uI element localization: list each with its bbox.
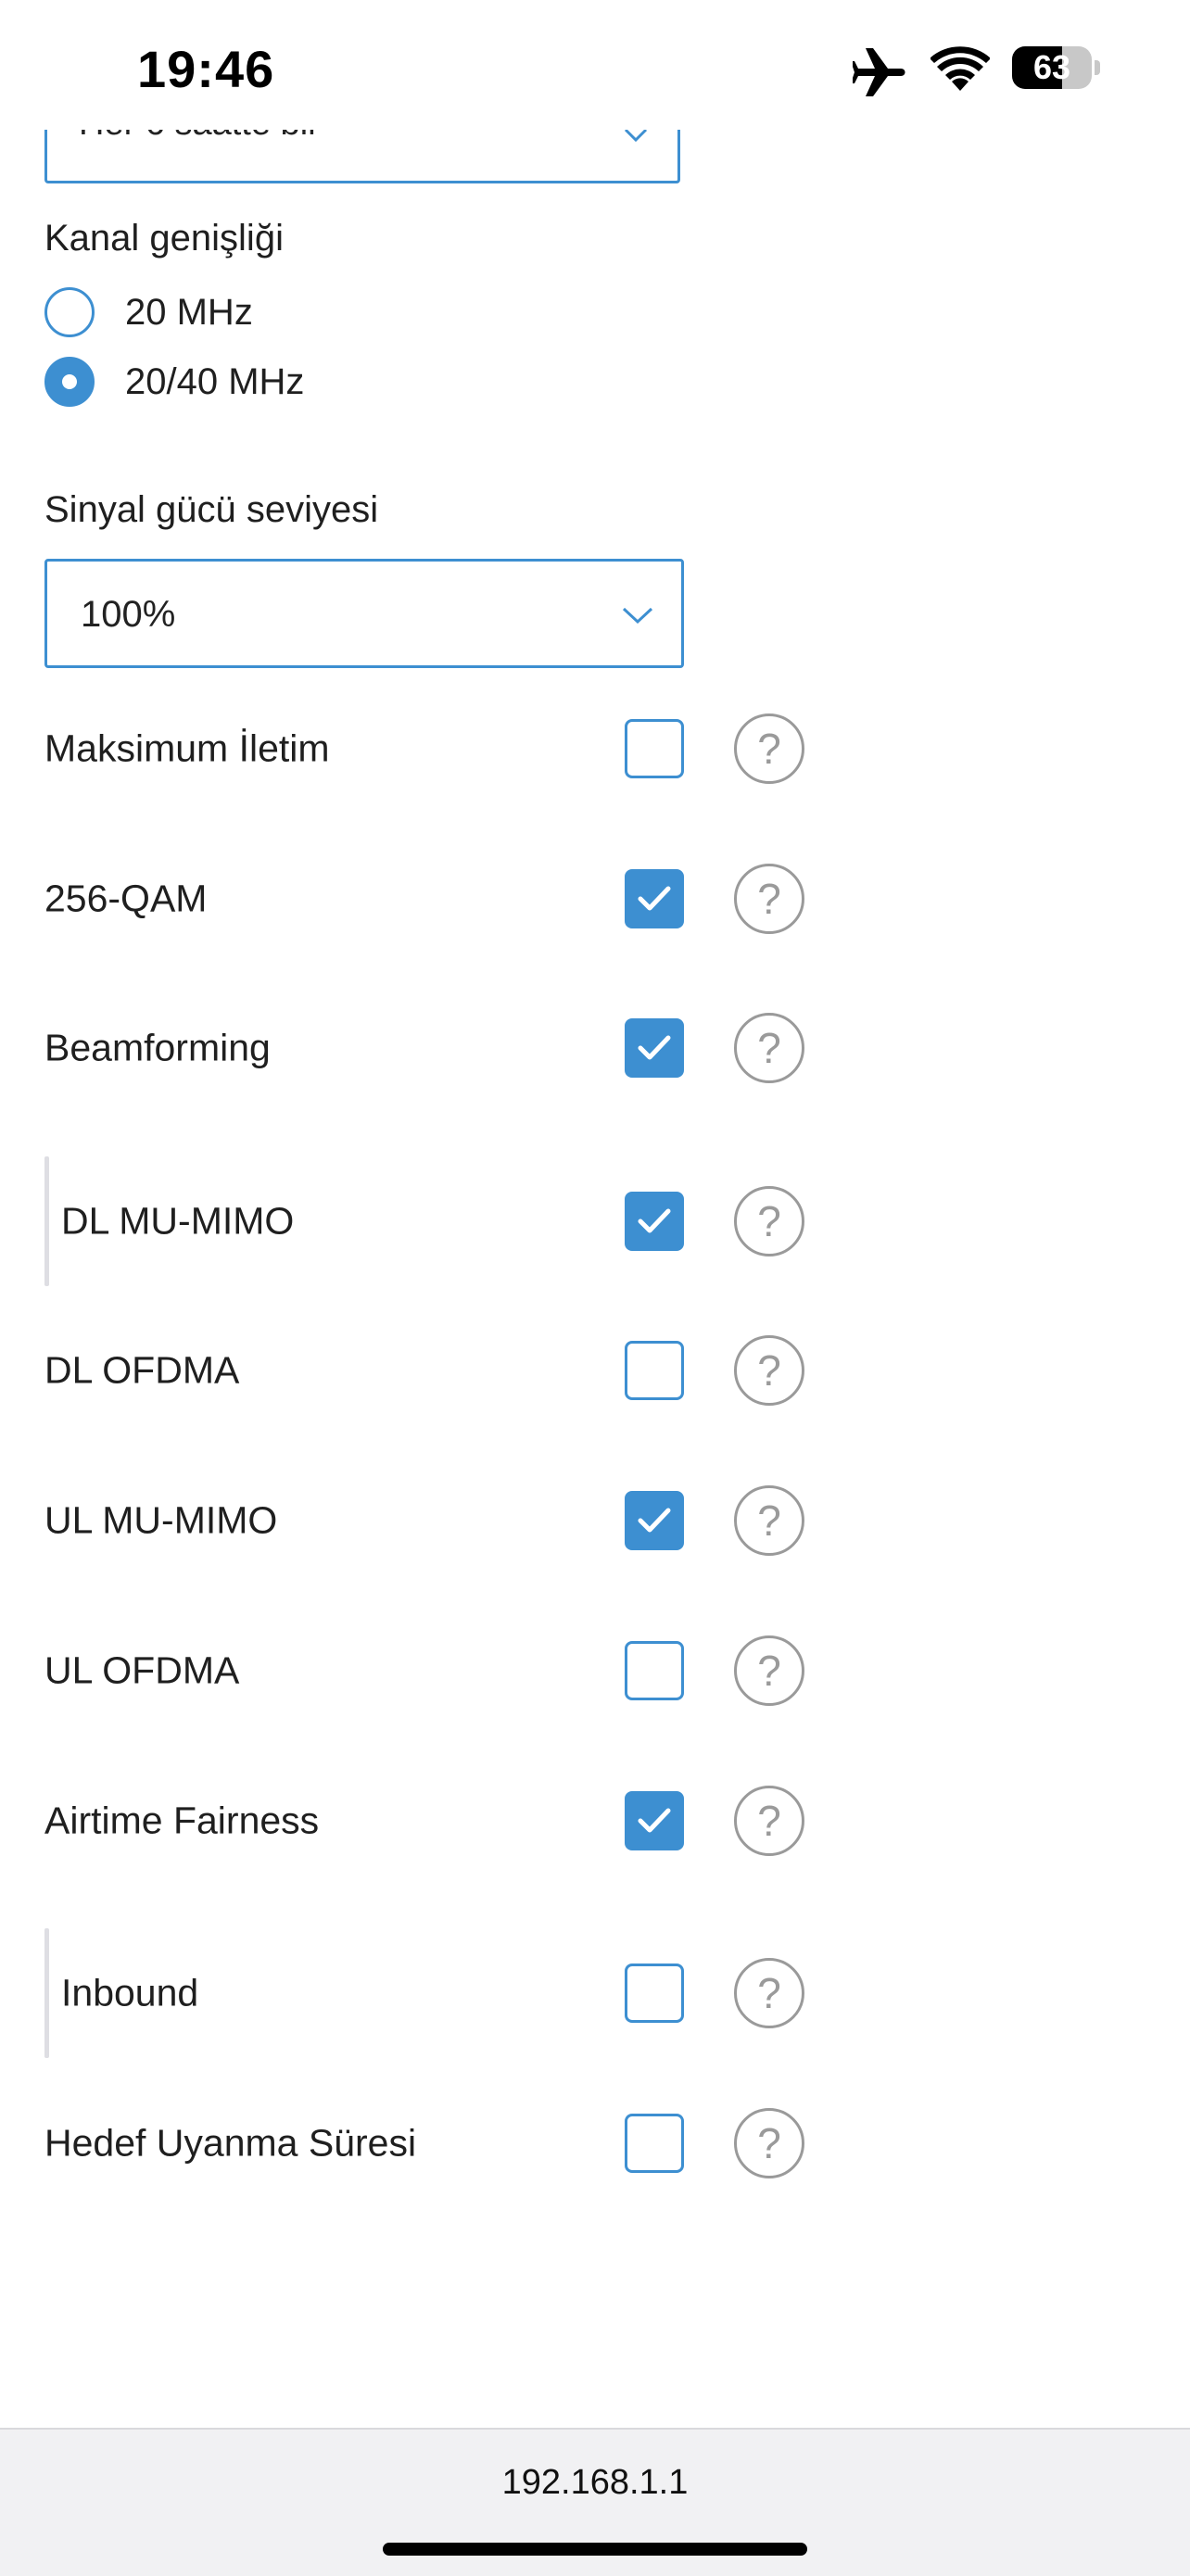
radio-1[interactable]	[44, 287, 95, 337]
checkmark-icon	[638, 1208, 671, 1233]
setting-row: Airtime Fairness?	[0, 1774, 1190, 1867]
airplane-icon	[853, 48, 905, 96]
help-icon[interactable]: ?	[734, 1958, 804, 2028]
battery-icon: 63	[1012, 46, 1103, 91]
setting-row: Maksimum İletim?	[0, 702, 1190, 795]
checkmark-icon	[638, 1808, 671, 1833]
checkmark-icon	[638, 886, 671, 911]
setting-row: UL MU-MIMO?	[0, 1474, 1190, 1567]
signal-strength-value: 100%	[81, 594, 176, 635]
help-icon[interactable]: ?	[734, 1186, 804, 1256]
setting-row: DL MU-MIMO?	[0, 1156, 1190, 1286]
setting-label: Maksimum İletim	[44, 726, 330, 770]
setting-row: 256-QAM?	[0, 852, 1190, 945]
setting-label: Hedef Uyanma Süresi	[44, 2121, 417, 2165]
address-bar-url[interactable]: 192.168.1.1	[0, 2463, 1190, 2503]
status-bar: 19:46 63	[0, 0, 1190, 130]
setting-checkbox[interactable]	[625, 1491, 684, 1550]
setting-label: DL OFDMA	[44, 1348, 240, 1392]
setting-label: Beamforming	[44, 1026, 271, 1069]
browser-bottom-bar: 192.168.1.1	[0, 2428, 1190, 2576]
setting-checkbox[interactable]	[625, 1018, 684, 1078]
channel-width-label: Kanal genişliği	[44, 218, 284, 259]
setting-label: UL OFDMA	[44, 1648, 240, 1692]
chevron-down-icon	[624, 128, 648, 143]
setting-checkbox[interactable]	[625, 1192, 684, 1251]
setting-row: Inbound?	[0, 1928, 1190, 2058]
help-icon[interactable]: ?	[734, 1335, 804, 1406]
setting-label: DL MU-MIMO	[61, 1199, 295, 1243]
signal-strength-select[interactable]: 100%	[44, 559, 684, 668]
indent-bar	[44, 1156, 49, 1286]
setting-checkbox[interactable]	[625, 2114, 684, 2173]
setting-row: Beamforming?	[0, 1002, 1190, 1094]
status-time: 19:46	[137, 40, 275, 98]
help-icon[interactable]: ?	[734, 1485, 804, 1556]
radio-2[interactable]	[44, 357, 95, 407]
setting-checkbox[interactable]	[625, 1641, 684, 1700]
setting-checkbox[interactable]	[625, 1341, 684, 1400]
signal-strength-label: Sinyal gücü seviyesi	[44, 489, 379, 530]
help-icon[interactable]: ?	[734, 713, 804, 784]
home-indicator	[383, 2543, 807, 2556]
checkmark-icon	[638, 1035, 671, 1060]
checkmark-icon	[638, 1508, 671, 1533]
help-icon[interactable]: ?	[734, 1635, 804, 1706]
setting-checkbox[interactable]	[625, 719, 684, 778]
setting-checkbox[interactable]	[625, 1964, 684, 2023]
setting-checkbox[interactable]	[625, 869, 684, 928]
help-icon[interactable]: ?	[734, 864, 804, 934]
setting-checkbox[interactable]	[625, 1791, 684, 1850]
setting-row: Hedef Uyanma Süresi?	[0, 2097, 1190, 2190]
setting-label: UL MU-MIMO	[44, 1498, 278, 1542]
help-icon[interactable]: ?	[734, 2108, 804, 2178]
setting-label: 256-QAM	[44, 877, 208, 920]
chevron-down-icon	[622, 607, 653, 625]
help-icon[interactable]: ?	[734, 1786, 804, 1856]
indent-bar	[44, 1928, 49, 2058]
setting-label: Airtime Fairness	[44, 1799, 320, 1842]
battery-level: 63	[1032, 48, 1071, 86]
wifi-icon	[930, 46, 990, 91]
radio-label[interactable]: 20/40 MHz	[125, 361, 304, 403]
setting-row: UL OFDMA?	[0, 1624, 1190, 1717]
help-icon[interactable]: ?	[734, 1013, 804, 1083]
setting-label: Inbound	[61, 1971, 199, 2014]
setting-row: DL OFDMA?	[0, 1324, 1190, 1417]
radio-label[interactable]: 20 MHz	[125, 292, 253, 334]
